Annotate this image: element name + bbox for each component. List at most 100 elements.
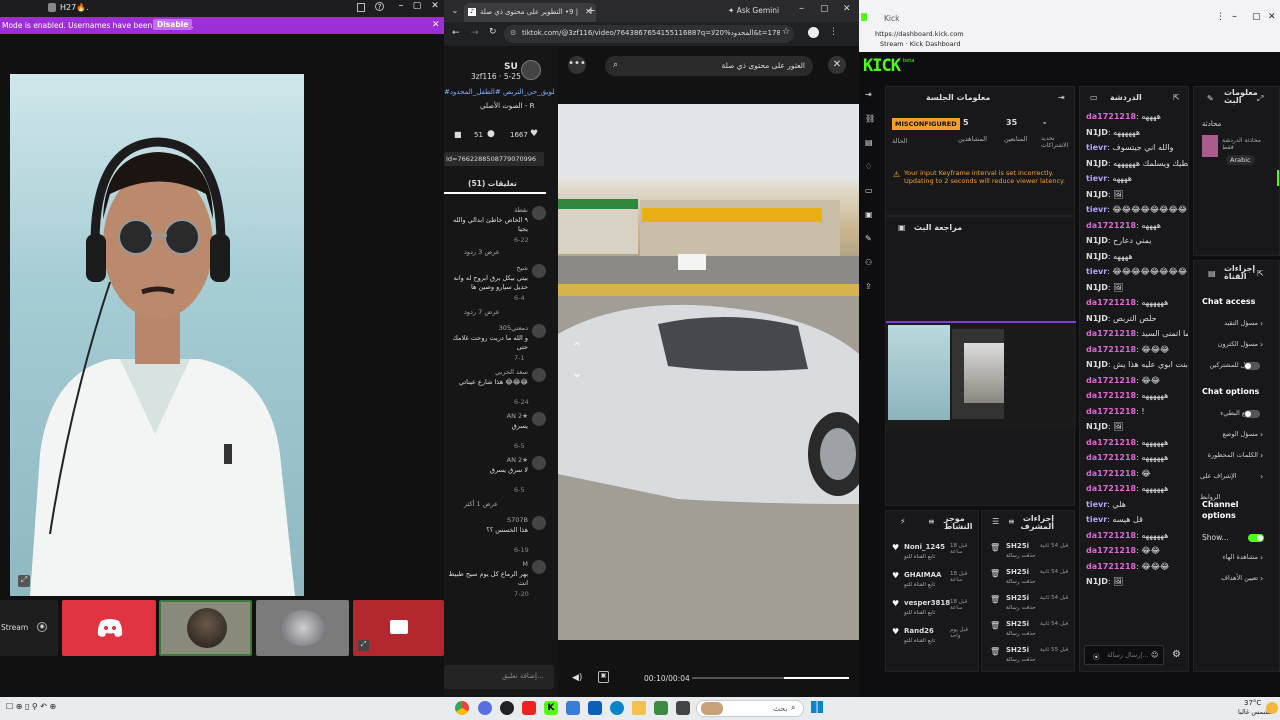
mod-action-item[interactable]: 🗑 SH25i قبل 54 ثانية حذفت رسالة (988, 619, 1074, 645)
chat-username[interactable]: da1721218 (1086, 453, 1136, 462)
chat-message[interactable]: da1721218: ههههههه (1086, 481, 1188, 497)
chat-message[interactable]: da1721218: ! (1086, 404, 1188, 420)
app-icon[interactable] (500, 701, 514, 715)
show-replies-link[interactable]: عرض 3 ردود (464, 248, 500, 256)
setting-item[interactable]: الطول للمشتركين (1200, 355, 1278, 376)
participant-tile-1[interactable] (159, 600, 252, 656)
comment-user[interactable]: دمعتي305 (499, 324, 528, 332)
discord-tile[interactable] (62, 600, 156, 656)
setting-toggle[interactable] (1244, 410, 1260, 418)
comment-avatar[interactable] (532, 368, 546, 382)
mod-action-item[interactable]: 🗑 SH25i قبل 54 ثانية حذفت رسالة (988, 541, 1074, 567)
kick-taskbar-icon[interactable]: K (544, 701, 558, 715)
chat-message[interactable]: da1721218: 😂😂😂 (1086, 342, 1188, 358)
mod-action-item[interactable]: 🗑 SH25i قبل 54 ثانية حذفت رسالة (988, 567, 1074, 593)
chat-message[interactable]: N1JD: 🖼 (1086, 419, 1188, 435)
youtube-icon[interactable] (522, 701, 536, 715)
chat-message[interactable]: da1721218: ما اتمنى السيد (1086, 326, 1188, 342)
chat-username[interactable]: da1721218 (1086, 329, 1136, 338)
comment-user[interactable]: شيخ (516, 264, 528, 272)
app-icon[interactable] (676, 701, 690, 715)
sound-label[interactable]: الصوت الأصلي - R (480, 102, 534, 110)
chat-username[interactable]: N1JD (1086, 236, 1108, 245)
comment-avatar[interactable] (532, 456, 546, 470)
maximize-icon[interactable]: ▢ (1252, 12, 1261, 22)
comment-user[interactable]: نقطة (514, 206, 528, 214)
category-tag[interactable]: Arabic (1226, 155, 1255, 165)
kick-logo[interactable]: KICK (863, 56, 901, 76)
search-bar[interactable]: ⌕ العثور على محتوى ذي صلة (605, 56, 813, 76)
comment-user[interactable]: AN 2★ (507, 456, 528, 464)
search-icon[interactable]: ⌕ (613, 60, 618, 70)
popout-icon[interactable]: ⇱ (1173, 93, 1180, 102)
participant-tile-3[interactable]: ⤢ (353, 600, 444, 656)
filter-icon[interactable]: ≡ (928, 517, 935, 526)
comment-user[interactable]: سعد الحربي (495, 368, 528, 376)
mod-action-item[interactable]: 🗑 SH25i قبل 55 ثانية حذفت رسالة (988, 645, 1074, 671)
chat-message[interactable]: N1JD: يمني دعارح (1086, 233, 1188, 249)
chat-message[interactable]: da1721218: ههههههه (1086, 435, 1188, 451)
minimize-icon[interactable]: – (1232, 11, 1237, 22)
ask-gemini-button[interactable]: ✦ Ask Gemini (728, 6, 779, 15)
window-icon[interactable] (357, 3, 365, 12)
close-icon[interactable]: ✕ (1268, 12, 1276, 22)
panel-toggle-icon[interactable]: ⇥ (1058, 93, 1065, 102)
chat-message[interactable]: N1JD: ههههههه (1086, 125, 1188, 141)
volume-icon[interactable]: ◀) (572, 673, 582, 683)
setting-toggle[interactable] (1244, 362, 1260, 370)
site-info-icon[interactable]: ⚙ (510, 29, 516, 37)
stream-tile[interactable]: Stream ◉ (0, 600, 58, 656)
tiktok-video[interactable]: ⌃ ⌄ (558, 104, 859, 640)
chat-username[interactable]: tievr (1086, 143, 1107, 152)
setting-item[interactable]: مسؤل التقيد › (1200, 313, 1278, 334)
close-icon[interactable]: ✕ (430, 1, 440, 11)
chat-message[interactable]: N1JD: والله بنت ابوي عليه هذا يش (1086, 357, 1188, 373)
edit-icon[interactable]: ✎ (1207, 94, 1214, 103)
chat-message[interactable]: N1JD: 🖼 (1086, 280, 1188, 296)
collapse-icon[interactable]: ⇥ (865, 90, 872, 99)
chat-username[interactable]: N1JD (1086, 314, 1108, 323)
chat-username[interactable]: da1721218 (1086, 438, 1136, 447)
progress-track[interactable] (692, 677, 849, 679)
chat-username[interactable]: da1721218 (1086, 407, 1136, 416)
back-icon[interactable]: ← (452, 28, 460, 38)
tools-icon[interactable]: ✎ (865, 234, 872, 243)
bookmark-icon[interactable]: ■ (454, 130, 462, 139)
show-toggle[interactable] (1248, 534, 1264, 542)
chat-message[interactable]: da1721218: ههههههه (1086, 388, 1188, 404)
comment-icon[interactable]: ● (487, 129, 495, 139)
comment-avatar[interactable] (532, 560, 546, 574)
upload-icon[interactable]: ⇪ (865, 282, 872, 291)
maximize-icon[interactable]: ▢ (412, 1, 422, 11)
chat-username[interactable]: N1JD (1086, 159, 1108, 168)
disable-button[interactable]: Disable (153, 19, 193, 30)
chat-message[interactable]: N1JD: حلص التربص (1086, 311, 1188, 327)
chat-username[interactable]: da1721218 (1086, 469, 1136, 478)
chat-message[interactable]: N1JD: الله يعطيك ويسلمك ههههههه (1086, 156, 1188, 172)
new-tab-icon[interactable]: + (585, 4, 597, 17)
chat-username[interactable]: N1JD (1086, 422, 1108, 431)
chat-username[interactable]: N1JD (1086, 577, 1108, 586)
video-icon[interactable]: ▣ (865, 210, 873, 219)
chat-input[interactable]: ⦿ إرسال رسالة... ☺ (1084, 645, 1164, 665)
chat-message[interactable]: da1721218: ههههههه (1086, 528, 1188, 544)
folder-icon[interactable] (632, 701, 646, 715)
chat-message[interactable]: N1JD: 🖼 (1086, 574, 1188, 590)
chat-message[interactable]: da1721218: 😂😂 (1086, 543, 1188, 559)
chat-message[interactable]: tievr: هلي (1086, 497, 1188, 513)
chrome-icon[interactable] (455, 701, 469, 715)
chat-message[interactable]: tievr: ههههه (1086, 171, 1188, 187)
chat-message[interactable]: da1721218: ههههههه (1086, 450, 1188, 466)
chat-message[interactable]: tievr: والله اني جيتسوف (1086, 140, 1188, 156)
activity-item[interactable]: ♥ GHAIMAA قبل 18 ساعة تابع القناة للتو (892, 569, 978, 597)
setting-item[interactable]: مسؤل الكترون › (1200, 334, 1278, 355)
comment-user[interactable]: AN 2★ (507, 412, 528, 420)
chat-username[interactable]: da1721218 (1086, 376, 1136, 385)
app-icon[interactable] (654, 701, 668, 715)
pip-icon[interactable]: ▣ (598, 671, 609, 683)
setting-item[interactable]: الكلمات المحظورة › (1200, 445, 1278, 466)
users-icon[interactable]: ⚇ (865, 258, 872, 267)
author-avatar[interactable] (521, 60, 541, 80)
emoji-icon[interactable]: ☺ (1151, 651, 1158, 659)
weather-temp[interactable]: 37°C (1244, 699, 1261, 707)
